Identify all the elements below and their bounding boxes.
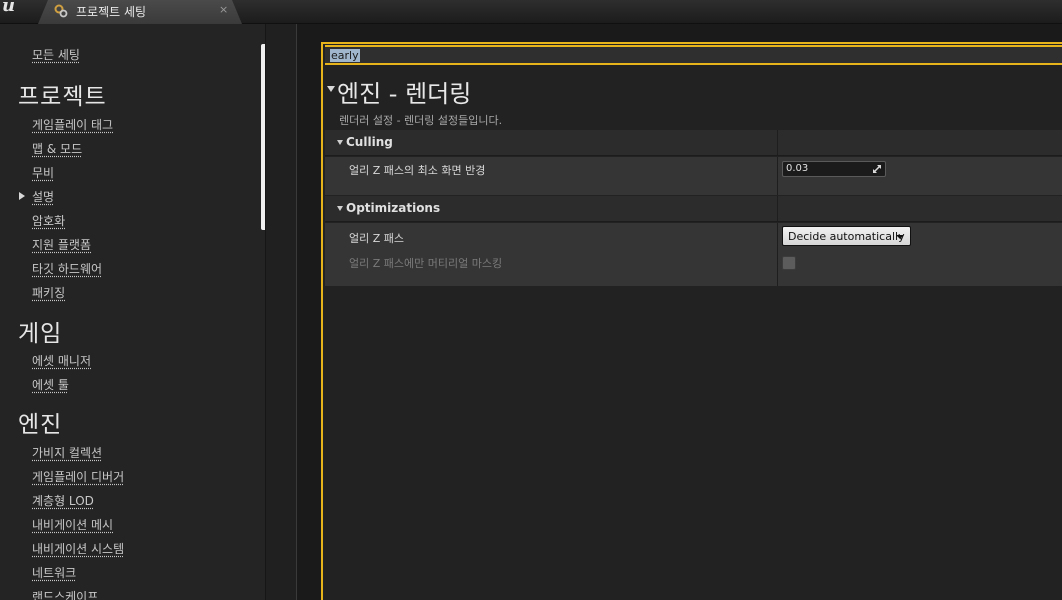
settings-icon <box>54 4 68 18</box>
collapse-arrow-icon[interactable] <box>337 140 343 145</box>
early-z-pass-dropdown[interactable]: Decide automatically <box>782 226 911 246</box>
property-name: 얼리 Z 패스의 최소 화면 반경 <box>349 164 486 177</box>
column-divider[interactable] <box>777 157 778 195</box>
nav-section-game: 게임 <box>18 321 63 347</box>
dropdown-value: Decide automatically <box>788 230 905 243</box>
nav-item-gameplay-tags[interactable]: 게임플레이 태그 <box>32 116 113 133</box>
search-input-value: early <box>330 49 360 62</box>
nav-item-description[interactable]: 설명 <box>32 188 54 205</box>
category-title: 엔진 - 렌더링 <box>337 80 472 108</box>
settings-navigation: 모든 세팅 프로젝트 게임플레이 태그 맵 & 모드 무비 설명 암호화 지원 … <box>0 24 266 600</box>
chevron-down-icon <box>896 235 904 239</box>
nav-item-encryption[interactable]: 암호화 <box>32 212 65 229</box>
nav-item-landscape[interactable]: 랜드스케이프 <box>32 588 98 600</box>
collapse-arrow-icon[interactable] <box>327 86 335 92</box>
drag-handle-icon[interactable] <box>872 164 882 174</box>
panel-splitter[interactable] <box>266 24 297 600</box>
nav-item-asset-tools[interactable]: 에셋 툴 <box>32 376 69 393</box>
expand-arrow-icon[interactable] <box>19 192 25 200</box>
group-header-culling[interactable]: Culling <box>325 130 1062 156</box>
collapse-arrow-icon[interactable] <box>337 206 343 211</box>
nav-item-hierarchical-lod[interactable]: 계층형 LOD <box>32 492 94 509</box>
unreal-logo-icon[interactable]: u <box>0 0 28 18</box>
nav-section-project: 프로젝트 <box>18 84 107 110</box>
group-header-optimizations[interactable]: Optimizations <box>325 196 1062 222</box>
nav-item-navigation-system[interactable]: 내비게이션 시스템 <box>32 540 124 557</box>
nav-item-navigation-mesh[interactable]: 내비게이션 메시 <box>32 516 113 533</box>
numeric-value: 0.03 <box>786 163 809 174</box>
nav-item-target-hardware[interactable]: 타깃 하드웨어 <box>32 260 102 277</box>
nav-section-engine: 엔진 <box>18 412 63 438</box>
nav-item-network[interactable]: 네트워크 <box>32 564 76 581</box>
search-input[interactable]: early <box>325 45 1062 65</box>
nav-item-supported-platforms[interactable]: 지원 플랫폼 <box>32 236 91 253</box>
masked-materials-checkbox[interactable] <box>782 256 796 270</box>
property-group-optimizations: 얼리 Z 패스 Decide automatically 얼리 Z 패스에만 머… <box>325 223 1062 286</box>
property-row-min-screen-radius: 얼리 Z 패스의 최소 화면 반경 0.03 <box>325 157 1062 195</box>
settings-details-panel: early 엔진 - 렌더링 렌더러 설정 - 렌더링 설정들입니다. Cull… <box>321 42 1062 600</box>
tab-close-icon[interactable]: × <box>219 3 228 16</box>
nav-item-maps-modes[interactable]: 맵 & 모드 <box>32 140 82 157</box>
nav-all-settings[interactable]: 모든 세팅 <box>32 46 80 63</box>
property-row-masked-materials-early-z: 얼리 Z 패스에만 머티리얼 마스킹 <box>325 253 1062 275</box>
property-row-early-z-pass: 얼리 Z 패스 Decide automatically <box>325 223 1062 249</box>
nav-item-garbage-collection[interactable]: 가비지 컬렉션 <box>32 444 102 461</box>
nav-item-gameplay-debugger[interactable]: 게임플레이 디버거 <box>32 468 124 485</box>
category-description: 렌더러 설정 - 렌더링 설정들입니다. <box>339 114 503 127</box>
group-label: Optimizations <box>346 201 441 215</box>
column-divider[interactable] <box>777 196 778 221</box>
tab-label: 프로젝트 세팅 <box>76 5 147 19</box>
nav-item-asset-manager[interactable]: 에셋 매니저 <box>32 352 91 369</box>
min-screen-radius-input[interactable]: 0.03 <box>782 161 886 177</box>
tab-project-settings[interactable]: 프로젝트 세팅 × <box>38 0 242 24</box>
nav-item-packaging[interactable]: 패키징 <box>32 284 65 301</box>
property-name: 얼리 Z 패스에만 머티리얼 마스킹 <box>349 257 503 270</box>
property-name: 얼리 Z 패스 <box>349 232 405 245</box>
title-bar: u 프로젝트 세팅 × <box>0 0 1062 24</box>
group-label: Culling <box>346 135 393 149</box>
column-divider[interactable] <box>777 130 778 155</box>
nav-item-movies[interactable]: 무비 <box>32 164 54 181</box>
